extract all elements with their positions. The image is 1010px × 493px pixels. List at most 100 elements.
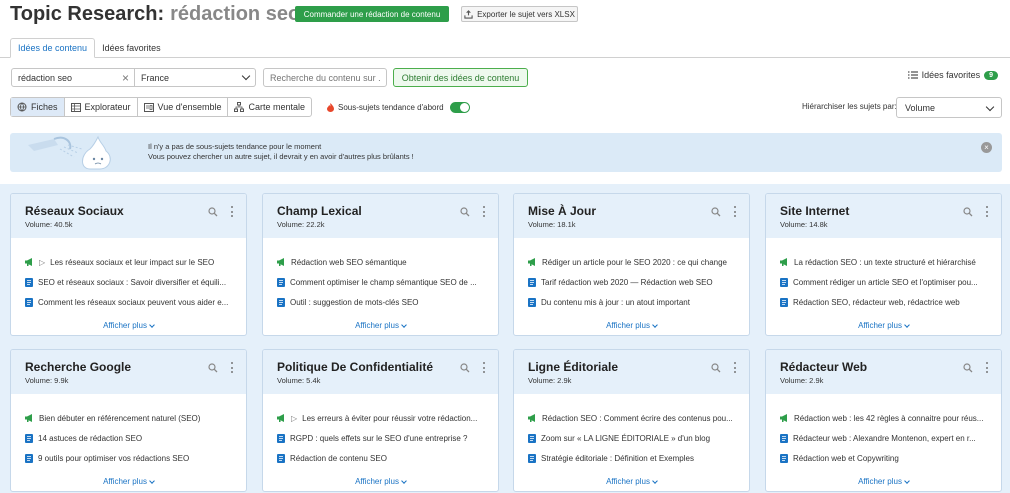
topic-card-title[interactable]: Ligne Éditoriale [528, 360, 735, 374]
topic-idea-item[interactable]: Zoom sur « LA LIGNE ÉDITORIALE » d'un bl… [528, 428, 735, 448]
topic-idea-item[interactable]: Stratégie éditoriale : Définition et Exe… [528, 448, 735, 468]
tab-favorite-ideas[interactable]: Idées favorites [95, 38, 168, 58]
close-icon[interactable]: × [981, 142, 992, 153]
search-icon[interactable] [711, 207, 721, 217]
topic-search-input[interactable]: rédaction seo × [11, 68, 135, 87]
topic-card-title[interactable]: Rédacteur Web [780, 360, 987, 374]
more-options-icon[interactable] [985, 206, 989, 217]
topic-idea-item[interactable]: 9 outils pour optimiser vos rédactions S… [25, 448, 232, 468]
topic-idea-text: Rédaction SEO, rédacteur web, rédactrice… [793, 297, 960, 307]
view-mindmap-button[interactable]: Carte mentale [228, 98, 311, 116]
topic-idea-item[interactable]: Rédaction web et Copywriting [780, 448, 987, 468]
topic-card-title[interactable]: Mise À Jour [528, 204, 735, 218]
show-more-link[interactable]: Afficher plus [766, 321, 1001, 330]
favorite-ideas-label: Idées favorites [921, 70, 981, 80]
document-icon [25, 277, 33, 287]
order-content-button[interactable]: Commander une rédaction de contenu [295, 6, 449, 22]
topic-idea-text: 9 outils pour optimiser vos rédactions S… [38, 453, 190, 463]
topic-idea-item[interactable]: Bien débuter en référencement naturel (S… [25, 408, 232, 428]
more-options-icon[interactable] [482, 206, 486, 217]
favorite-count-badge: 9 [984, 70, 998, 80]
show-more-label: Afficher plus [858, 321, 902, 330]
topic-idea-item[interactable]: Rédaction web SEO sémantique [277, 252, 484, 272]
search-icon[interactable] [963, 207, 973, 217]
search-icon[interactable] [208, 363, 218, 373]
topic-idea-item[interactable]: Comment les réseaux sociaux peuvent vous… [25, 292, 232, 312]
topic-idea-text: Rédaction SEO : Comment écrire des conte… [542, 413, 733, 423]
show-more-link[interactable]: Afficher plus [263, 477, 498, 486]
show-more-link[interactable]: Afficher plus [11, 477, 246, 486]
topic-card-title[interactable]: Politique De Confidentialité [277, 360, 484, 374]
expand-arrow-icon[interactable]: ▷ [39, 258, 45, 267]
topic-idea-item[interactable]: La rédaction SEO : un texte structuré et… [780, 252, 987, 272]
show-more-label: Afficher plus [103, 477, 147, 486]
chevron-down-icon [904, 477, 910, 484]
document-icon [277, 453, 285, 463]
topic-idea-item[interactable]: Rédaction de contenu SEO [277, 448, 484, 468]
show-more-label: Afficher plus [606, 321, 650, 330]
topic-card-volume: Volume: 40.5k [25, 220, 73, 229]
topic-card-title[interactable]: Recherche Google [25, 360, 232, 374]
more-options-icon[interactable] [230, 362, 234, 373]
show-more-link[interactable]: Afficher plus [11, 321, 246, 330]
content-search-input[interactable] [263, 68, 387, 87]
topic-card: Site Internet Volume: 14.8k La rédaction… [765, 193, 1002, 336]
topic-idea-item[interactable]: ▷ Les réseaux sociaux et leur impact sur … [25, 252, 232, 272]
show-more-link[interactable]: Afficher plus [263, 321, 498, 330]
document-icon [528, 433, 536, 443]
search-icon[interactable] [963, 363, 973, 373]
show-more-link[interactable]: Afficher plus [766, 477, 1001, 486]
view-overview-button[interactable]: Vue d'ensemble [138, 98, 229, 116]
search-icon[interactable] [711, 363, 721, 373]
topic-idea-item[interactable]: 14 astuces de rédaction SEO [25, 428, 232, 448]
topic-idea-item[interactable]: Rédaction SEO, rédacteur web, rédactrice… [780, 292, 987, 312]
topic-search-value: rédaction seo [18, 72, 73, 83]
topic-idea-item[interactable]: Rédaction web : les 42 règles à connaitr… [780, 408, 987, 428]
topic-card-title[interactable]: Site Internet [780, 204, 987, 218]
topic-idea-item[interactable]: Rédaction SEO : Comment écrire des conte… [528, 408, 735, 428]
expand-arrow-icon[interactable]: ▷ [291, 414, 297, 423]
notice-line-1: Il n'y a pas de sous-sujets tendance pou… [148, 142, 322, 151]
topic-card-title[interactable]: Réseaux Sociaux [25, 204, 232, 218]
topic-idea-item[interactable]: Tarif rédaction web 2020 — Rédaction web… [528, 272, 735, 292]
country-select[interactable]: France [135, 68, 256, 87]
search-icon[interactable] [460, 207, 470, 217]
tab-content-ideas[interactable]: Idées de contenu [10, 38, 96, 58]
megaphone-icon [528, 258, 535, 266]
topic-idea-item[interactable]: RGPD : quels effets sur le SEO d'une ent… [277, 428, 484, 448]
favorite-ideas-link[interactable]: Idées favorites 9 [907, 70, 998, 80]
more-options-icon[interactable] [985, 362, 989, 373]
topic-idea-item[interactable]: Rédiger un article pour le SEO 2020 : ce… [528, 252, 735, 272]
show-more-link[interactable]: Afficher plus [514, 321, 749, 330]
document-icon [780, 277, 788, 287]
trending-toggle[interactable] [449, 102, 470, 113]
chevron-down-icon [904, 321, 910, 328]
view-explorer-button[interactable]: Explorateur [65, 98, 138, 116]
topic-card: Recherche Google Volume: 9.9k Bien début… [10, 349, 247, 492]
topic-idea-item[interactable]: Rédacteur web : Alexandre Montenon, expe… [780, 428, 987, 448]
more-options-icon[interactable] [733, 206, 737, 217]
topic-idea-text: La rédaction SEO : un texte structuré et… [794, 257, 976, 267]
view-cards-button[interactable]: Fiches [11, 98, 65, 116]
topic-idea-item[interactable]: ▷ Les erreurs à éviter pour réussir votre… [277, 408, 484, 428]
search-icon[interactable] [208, 207, 218, 217]
topic-idea-text: Comment rédiger un article SEO et l'opti… [793, 277, 978, 287]
topic-idea-item[interactable]: Outil : suggestion de mots-clés SEO [277, 292, 484, 312]
more-options-icon[interactable] [230, 206, 234, 217]
search-icon[interactable] [460, 363, 470, 373]
clear-icon[interactable]: × [122, 72, 129, 84]
more-options-icon[interactable] [733, 362, 737, 373]
topic-idea-item[interactable]: Comment rédiger un article SEO et l'opti… [780, 272, 987, 292]
export-xlsx-button[interactable]: Exporter le sujet vers XLSX [461, 6, 578, 22]
topic-idea-item[interactable]: Comment optimiser le champ sémantique SE… [277, 272, 484, 292]
view-overview-label: Vue d'ensemble [157, 102, 222, 112]
topic-idea-item[interactable]: SEO et réseaux sociaux : Savoir diversif… [25, 272, 232, 292]
show-more-link[interactable]: Afficher plus [514, 477, 749, 486]
document-icon [277, 297, 285, 307]
more-options-icon[interactable] [482, 362, 486, 373]
topic-card: Réseaux Sociaux Volume: 40.5k ▷ Les résea… [10, 193, 247, 336]
get-ideas-button[interactable]: Obtenir des idées de contenu [393, 68, 528, 87]
topic-idea-item[interactable]: Du contenu mis à jour : un atout importa… [528, 292, 735, 312]
topic-card-title[interactable]: Champ Lexical [277, 204, 484, 218]
sort-select[interactable]: Volume [896, 97, 1002, 118]
